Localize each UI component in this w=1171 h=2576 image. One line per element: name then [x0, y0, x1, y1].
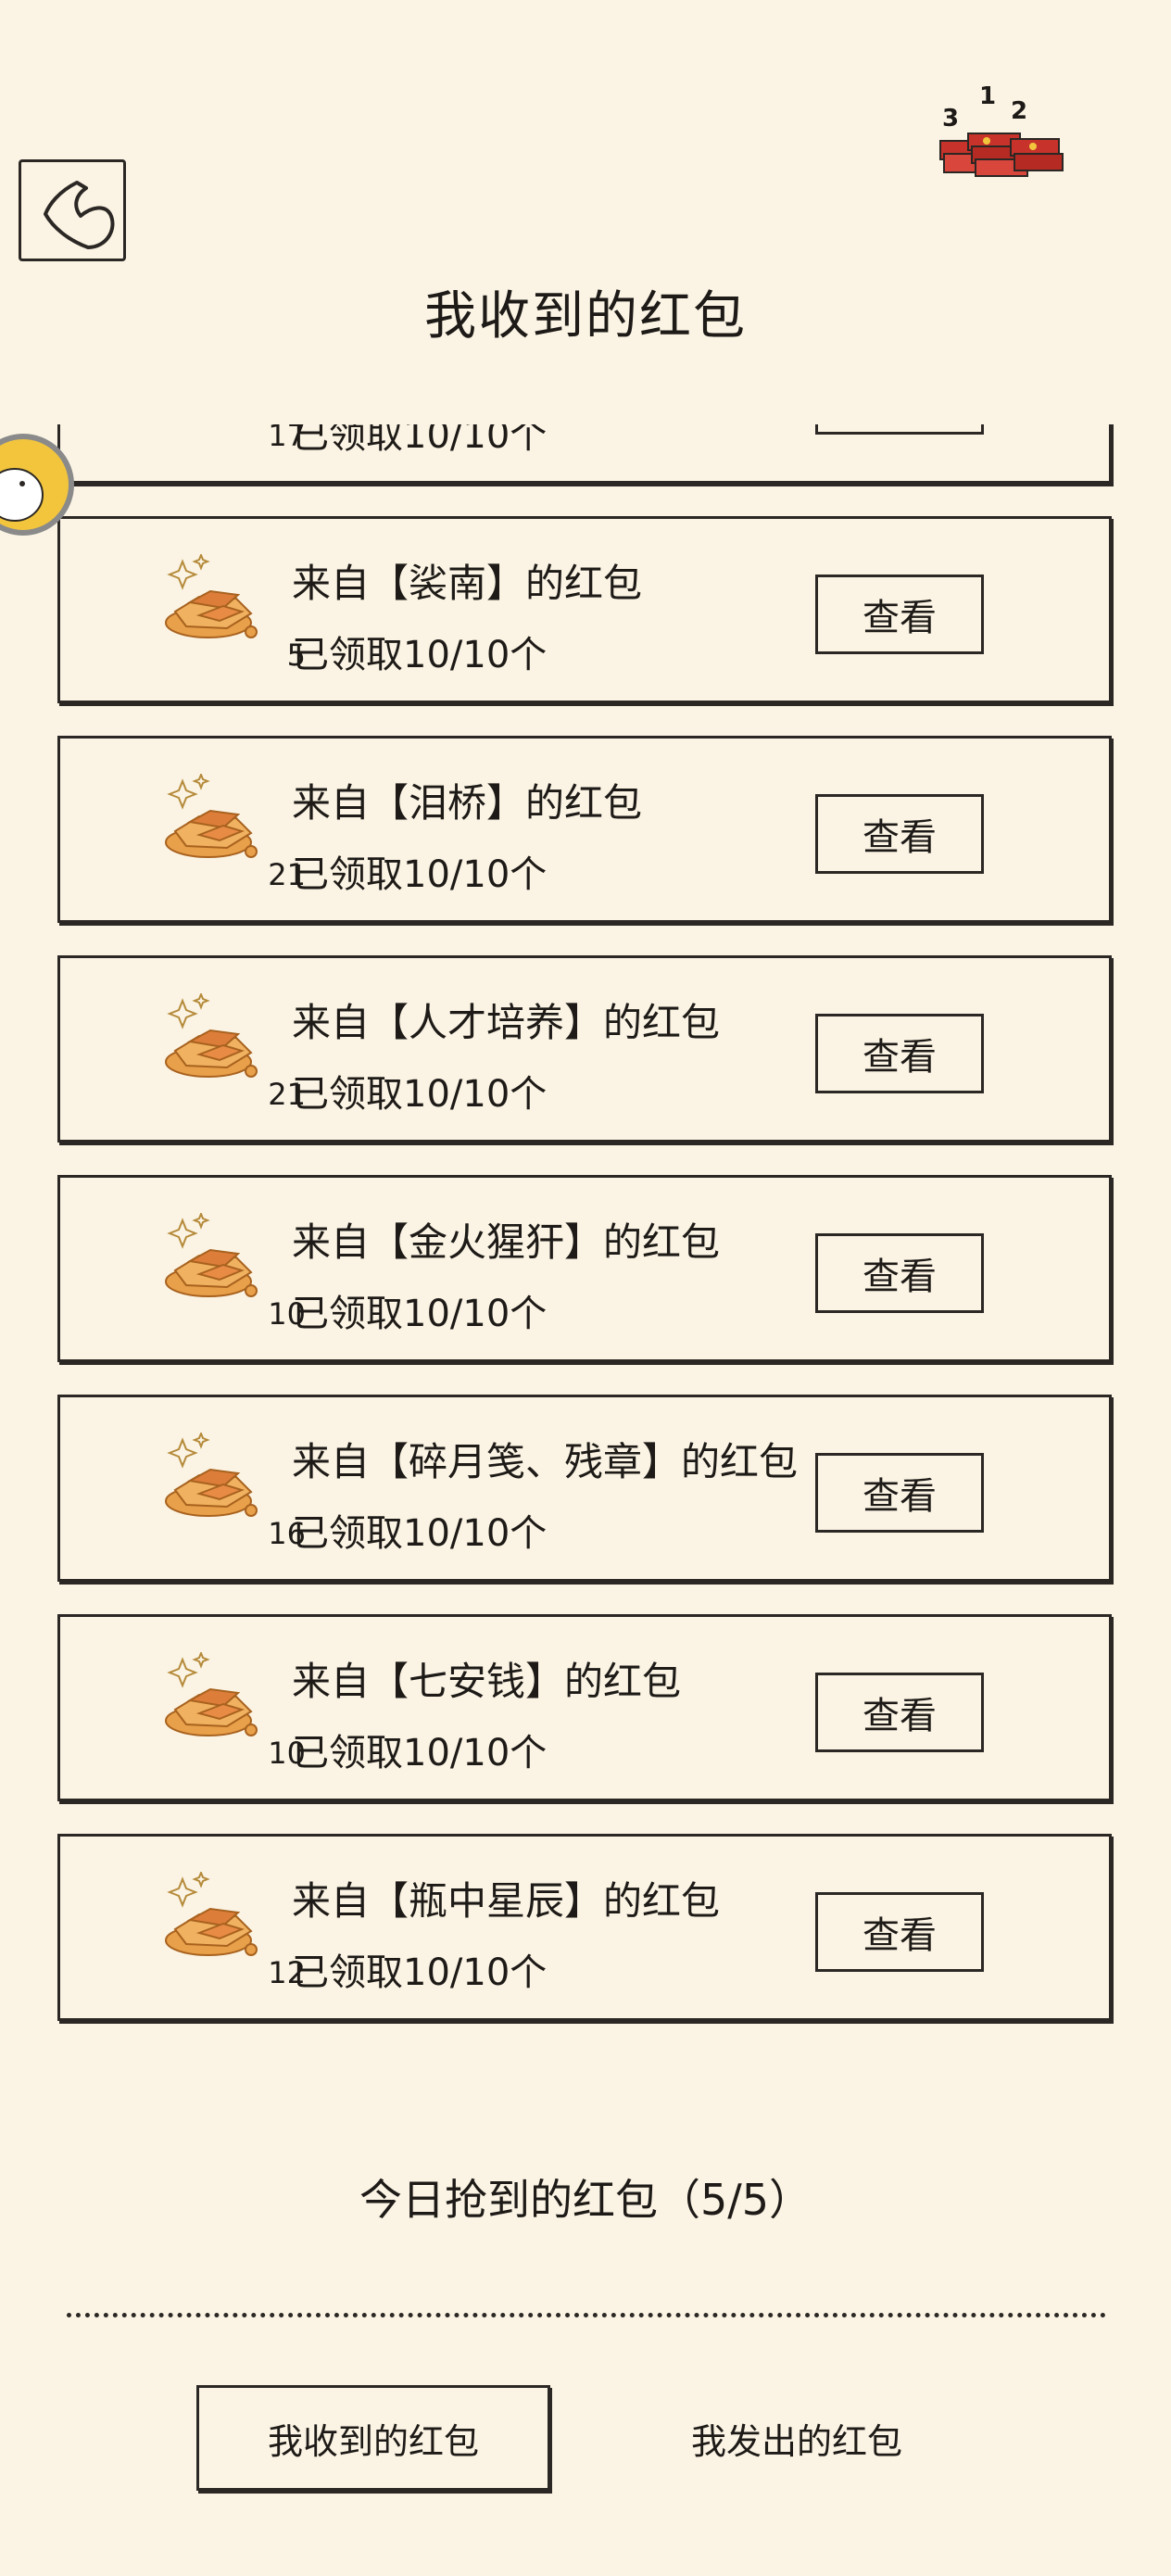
envelope-card: 5 来自【裟南】的红包 已领取10/10个 查看: [57, 516, 1112, 703]
view-button[interactable]: 查看: [815, 794, 984, 874]
view-button[interactable]: 查看: [815, 424, 984, 435]
envelope-card: 17来自【光限灵】的红包已领取10/10个查看: [57, 424, 1112, 484]
envelope-card: 21 来自【泪桥】的红包 已领取10/10个 查看: [57, 736, 1112, 923]
view-button[interactable]: 查看: [815, 1892, 984, 1972]
envelope-status: 已领取10/10个: [292, 634, 548, 676]
envelope-card: 21 来自【人才培养】的红包 已领取10/10个 查看: [57, 955, 1112, 1143]
tab-received[interactable]: 我收到的红包: [196, 2385, 550, 2491]
view-button[interactable]: 查看: [815, 1014, 984, 1093]
envelope-status: 已领取10/10个: [292, 424, 548, 457]
envelope-sender: 来自【瓶中星辰】的红包: [292, 1878, 721, 1924]
envelope-sender: 来自【裟南】的红包: [292, 561, 643, 606]
back-arrow-icon: [44, 181, 115, 249]
view-button[interactable]: 查看: [815, 1233, 984, 1313]
envelope-card: 16 来自【碎月笺、残章】的红包 已领取10/10个 查看: [57, 1395, 1112, 1582]
svg-text:1: 1: [979, 82, 996, 110]
envelope-status: 已领取10/10个: [292, 853, 548, 896]
envelope-sender: 来自【人才培养】的红包: [292, 1000, 721, 1045]
view-button[interactable]: 查看: [815, 575, 984, 654]
envelope-sender: 来自【七安钱】的红包: [292, 1659, 682, 1704]
envelope-list[interactable]: 17来自【光限灵】的红包已领取10/10个查看 5来自【裟南】的红包已领取10/…: [0, 424, 1171, 2097]
today-received-count: 今日抢到的红包（5/5）: [359, 2175, 812, 2225]
envelope-sender: 来自【碎月笺、残章】的红包: [292, 1439, 799, 1484]
red-envelope-stack-icon[interactable]: 3 1 2: [931, 72, 1070, 183]
envelope-status: 已领取10/10个: [292, 1512, 548, 1555]
envelope-sender: 来自【金火猩犴】的红包: [292, 1219, 721, 1265]
back-button[interactable]: [19, 159, 126, 261]
envelope-status: 已领取10/10个: [292, 1073, 548, 1116]
svg-text:3: 3: [942, 105, 959, 133]
view-button[interactable]: 查看: [815, 1453, 984, 1533]
divider-dotted: [67, 2313, 1106, 2317]
page-title: 我收到的红包: [424, 286, 747, 347]
envelope-card: 10 来自【七安钱】的红包 已领取10/10个 查看: [57, 1614, 1112, 1801]
envelope-sender: 来自【泪桥】的红包: [292, 780, 643, 826]
view-button[interactable]: 查看: [815, 1673, 984, 1752]
tab-sent[interactable]: 我发出的红包: [639, 2385, 954, 2491]
envelope-card: 12 来自【瓶中星辰】的红包 已领取10/10个 查看: [57, 1834, 1112, 2021]
envelope-status: 已领取10/10个: [292, 1732, 548, 1774]
envelope-card: 10 来自【金火猩犴】的红包 已领取10/10个 查看: [57, 1175, 1112, 1362]
svg-text:2: 2: [1011, 97, 1027, 125]
envelope-status: 已领取10/10个: [292, 1951, 548, 1994]
envelope-status: 已领取10/10个: [292, 1293, 548, 1335]
